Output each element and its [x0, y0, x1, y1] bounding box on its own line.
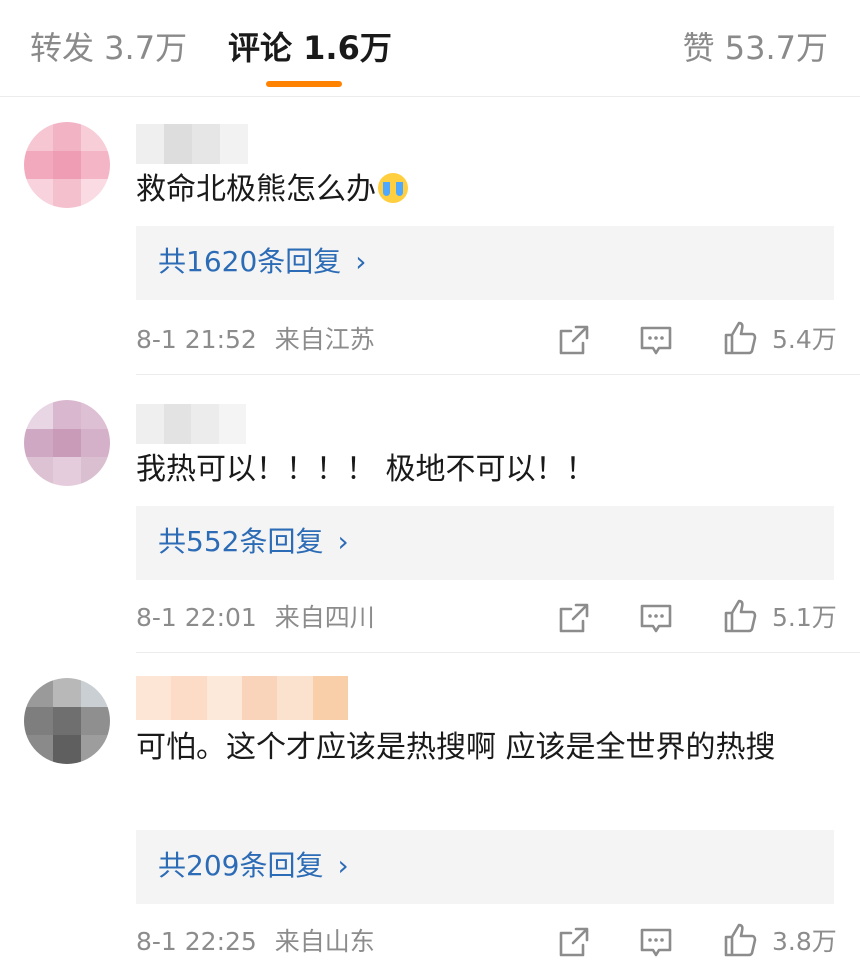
share-icon[interactable]	[556, 322, 592, 358]
tab-repost[interactable]: 转发 3.7万	[30, 26, 187, 70]
view-replies-link[interactable]: 共552条回复 ›	[158, 522, 349, 562]
comment-meta: 8-1 21:52 来自江苏	[136, 322, 375, 358]
crying-face-icon	[378, 173, 408, 203]
comment-text: 可怕。这个才应该是热搜啊 应该是全世界的热搜	[136, 724, 826, 772]
comment-text-content: 可怕。这个才应该是热搜啊 应该是全世界的热搜	[136, 730, 776, 765]
username-blurred[interactable]	[136, 404, 246, 444]
like-count: 5.1万	[772, 603, 837, 632]
replies-preview[interactable]: 共552条回复 ›	[136, 506, 834, 580]
username-blurred[interactable]	[136, 124, 248, 164]
comment-time: 8-1 22:25	[136, 927, 257, 956]
replies-count: 共209条回复	[158, 849, 324, 882]
chevron-right-icon: ›	[355, 245, 367, 278]
comment-location: 来自四川	[274, 603, 375, 632]
avatar[interactable]	[24, 678, 110, 764]
comment-time: 8-1 21:52	[136, 325, 257, 354]
thumbs-up-icon[interactable]	[722, 320, 758, 356]
comment-tabs-bar: 转发 3.7万 评论 1.6万 赞 53.7万	[0, 0, 860, 97]
chevron-right-icon: ›	[337, 849, 349, 882]
username-blurred[interactable]	[136, 676, 348, 720]
comment-divider	[136, 374, 860, 375]
comment-text: 我热可以！！！！ 极地不可以！！	[136, 446, 826, 494]
replies-count: 共1620条回复	[158, 245, 342, 278]
replies-count: 共552条回复	[158, 525, 324, 558]
thumbs-up-icon[interactable]	[722, 922, 758, 958]
comment-text-content: 我热可以！！！！ 极地不可以！！	[136, 452, 596, 487]
active-tab-indicator	[266, 81, 342, 87]
avatar[interactable]	[24, 400, 110, 486]
avatar[interactable]	[24, 122, 110, 208]
comment-location: 来自江苏	[274, 325, 375, 354]
comment-divider	[136, 652, 860, 653]
comment-icon[interactable]	[638, 600, 674, 636]
comment-location: 来自山东	[274, 927, 375, 956]
comment-meta: 8-1 22:25 来自山东	[136, 924, 375, 960]
tab-comments[interactable]: 评论 1.6万	[228, 26, 392, 70]
replies-preview[interactable]: 共1620条回复 ›	[136, 226, 834, 300]
comment-text-content: 救命北极熊怎么办	[136, 172, 376, 207]
comment-icon[interactable]	[638, 322, 674, 358]
like-count: 3.8万	[772, 927, 837, 956]
comment-text: 救命北极熊怎么办	[136, 166, 826, 214]
comment-meta: 8-1 22:01 来自四川	[136, 600, 375, 636]
view-replies-link[interactable]: 共1620条回复 ›	[158, 242, 366, 282]
chevron-right-icon: ›	[337, 525, 349, 558]
view-replies-link[interactable]: 共209条回复 ›	[158, 846, 349, 886]
comment-time: 8-1 22:01	[136, 603, 257, 632]
thumbs-up-icon[interactable]	[722, 598, 758, 634]
share-icon[interactable]	[556, 600, 592, 636]
replies-preview[interactable]: 共209条回复 ›	[136, 830, 834, 904]
like-count: 5.4万	[772, 325, 837, 354]
share-icon[interactable]	[556, 924, 592, 960]
tab-likes[interactable]: 赞 53.7万	[683, 26, 828, 70]
comment-icon[interactable]	[638, 924, 674, 960]
